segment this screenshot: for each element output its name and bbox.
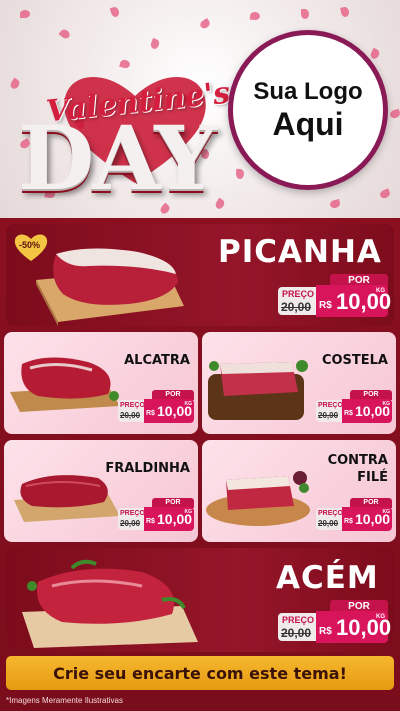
petal <box>369 47 381 61</box>
costela-image <box>208 360 308 420</box>
old-price: 20,00 <box>281 300 312 314</box>
product-name: COSTELA <box>321 353 388 368</box>
preco-label: PREÇO <box>282 289 315 299</box>
unit: KG <box>382 401 391 407</box>
logo-placeholder[interactable]: Sua Logo Aqui <box>228 30 388 190</box>
petal <box>389 108 400 120</box>
old-price-box: PREÇO 20,00 <box>118 508 146 530</box>
footnote: *Imagens Meramente Ilustrativas <box>6 696 123 705</box>
currency: R$ <box>319 300 332 311</box>
old-price: 20,00 <box>281 626 312 640</box>
price-tag: POR PREÇO 20,00 R$ 10,00 KG <box>278 600 391 644</box>
price-tag: POR PREÇO 20,00 R$ 10,00 KG <box>316 498 392 532</box>
unit: KG <box>184 401 193 407</box>
discount-badge: -50% <box>19 240 41 250</box>
product-name: FRALDINHA <box>105 461 190 476</box>
unit: KG <box>382 509 391 515</box>
petal <box>235 168 245 180</box>
product-name: ALCATRA <box>124 353 190 368</box>
valentines-day-title: Valentine's DAY <box>10 40 232 210</box>
product-card-contra-file[interactable]: CONTRA FILÉ POR PREÇO 20,00 R$ 10,00 KG <box>202 440 396 542</box>
alcatra-image <box>10 357 120 412</box>
contra-file-image <box>206 471 310 526</box>
petal <box>378 188 392 200</box>
preco-label: PREÇO <box>282 615 315 625</box>
old-price: 20,00 <box>120 519 141 528</box>
cta-banner[interactable]: Crie seu encarte com este tema! <box>6 656 394 690</box>
logo-text-line2: Aqui <box>272 105 344 142</box>
price-tag: POR PREÇO 20,00 R$ 10,00 KG <box>118 390 194 424</box>
old-price-box: PREÇO 20,00 <box>316 508 344 530</box>
logo-text-line1: Sua Logo <box>253 77 363 105</box>
petal <box>198 17 212 31</box>
new-price-box: R$ 10,00 KG <box>144 399 194 423</box>
petal <box>109 6 121 18</box>
title-big: DAY <box>18 106 217 210</box>
new-price-box: R$ 10,00 KG <box>144 507 194 531</box>
acem-image <box>22 559 198 648</box>
petal <box>300 8 310 20</box>
preco-label: PREÇO <box>318 510 343 517</box>
petal <box>58 27 72 41</box>
new-price-box: R$ 10,00 KG <box>316 285 391 317</box>
product-name: PICANHA <box>218 234 382 270</box>
product-name-line2: FILÉ <box>357 470 388 485</box>
currency: R$ <box>146 410 155 417</box>
new-price-box: R$ 10,00 KG <box>342 507 392 531</box>
unit: KG <box>376 288 385 294</box>
product-card-alcatra[interactable]: ALCATRA POR PREÇO 20,00 R$ 10,00 KG <box>4 332 198 434</box>
product-name: ACÉM <box>276 560 379 596</box>
price-tag: POR PREÇO 20,00 R$ 10,00 KG <box>118 498 194 532</box>
old-price: 20,00 <box>318 411 339 420</box>
petal <box>329 199 341 209</box>
preco-label: PREÇO <box>120 510 145 517</box>
product-card-picanha[interactable]: -50% PICANHA POR PREÇO 20,00 R$ 10,00 KG <box>6 224 394 326</box>
product-name-line1: CONTRA <box>327 453 388 468</box>
unit: KG <box>376 614 385 620</box>
header-banner: Valentine's DAY Sua Logo Aqui <box>0 0 400 218</box>
unit: KG <box>184 509 193 515</box>
new-price-box: R$ 10,00 KG <box>316 611 391 643</box>
old-price-box: PREÇO 20,00 <box>278 613 318 641</box>
product-name: CONTRA FILÉ <box>328 452 388 486</box>
currency: R$ <box>344 518 353 525</box>
petal <box>340 6 350 18</box>
old-price: 20,00 <box>318 519 339 528</box>
product-card-costela[interactable]: COSTELA POR PREÇO 20,00 R$ 10,00 KG <box>202 332 396 434</box>
price-tag: POR PREÇO 20,00 R$ 10,00 KG <box>278 274 391 318</box>
picanha-image <box>36 248 184 326</box>
currency: R$ <box>146 518 155 525</box>
old-price-box: PREÇO 20,00 <box>316 400 344 422</box>
price-tag: POR PREÇO 20,00 R$ 10,00 KG <box>316 390 392 424</box>
petal <box>249 11 261 21</box>
old-price-box: PREÇO 20,00 <box>118 400 146 422</box>
old-price: 20,00 <box>120 411 141 420</box>
currency: R$ <box>344 410 353 417</box>
petal <box>20 10 30 18</box>
product-card-acem[interactable]: ACÉM POR PREÇO 20,00 R$ 10,00 KG <box>6 548 394 652</box>
old-price-box: PREÇO 20,00 <box>278 287 318 315</box>
preco-label: PREÇO <box>318 402 343 409</box>
preco-label: PREÇO <box>120 402 145 409</box>
currency: R$ <box>319 626 332 637</box>
new-price-box: R$ 10,00 KG <box>342 399 392 423</box>
product-card-fraldinha[interactable]: FRALDINHA POR PREÇO 20,00 R$ 10,00 KG <box>4 440 198 542</box>
